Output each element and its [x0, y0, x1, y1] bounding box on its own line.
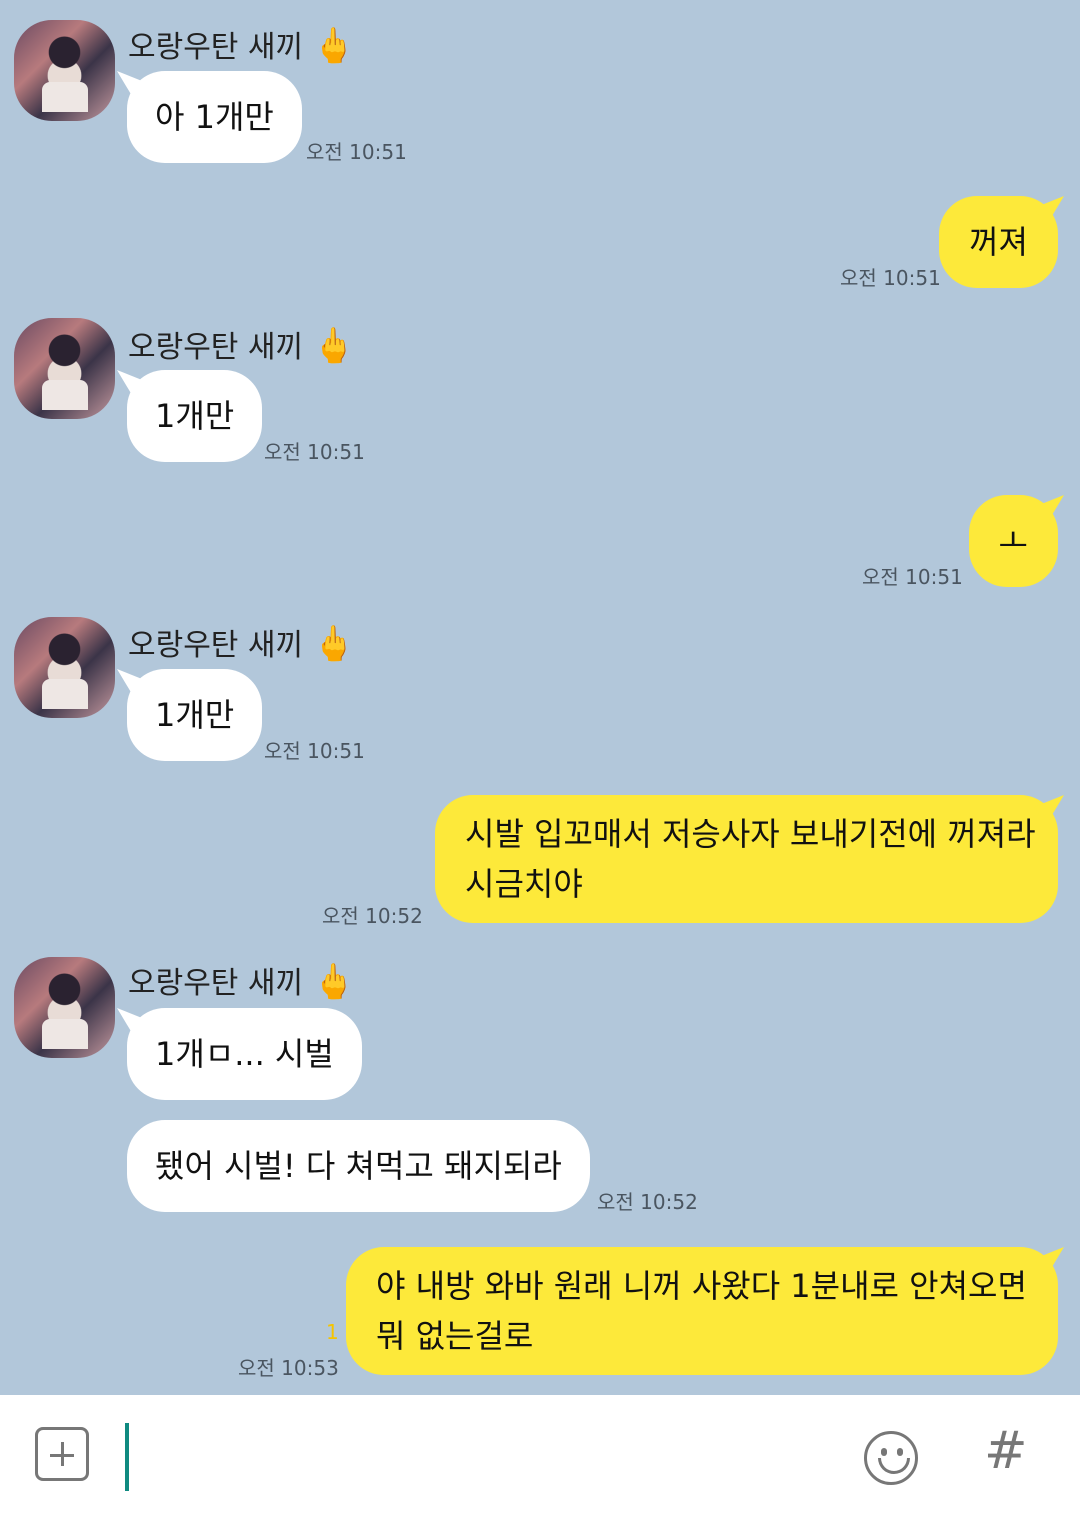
message-time: 오전 10:51: [840, 266, 941, 290]
message-time: 오전 10:52: [322, 904, 423, 928]
incoming-message-bubble[interactable]: 아 1개만: [127, 71, 302, 163]
message-time: 오전 10:51: [264, 440, 365, 464]
outgoing-message-bubble[interactable]: 야 내방 와바 원래 니꺼 사왔다 1분내로 안쳐오면 뭐 없는걸로: [346, 1247, 1058, 1375]
incoming-message-bubble[interactable]: 1개만: [127, 669, 263, 761]
middle-finger-emoji-icon: 🖕: [312, 962, 356, 1002]
message-time: 오전 10:52: [597, 1190, 698, 1214]
profile-avatar[interactable]: [14, 20, 115, 121]
profile-avatar[interactable]: [14, 617, 115, 718]
profile-avatar[interactable]: [14, 318, 115, 419]
middle-finger-emoji-icon: 🖕: [312, 26, 356, 66]
eye: [897, 1448, 903, 1456]
message-input[interactable]: [140, 1421, 840, 1493]
message-input-bar: #: [0, 1395, 1080, 1522]
plus-box-icon[interactable]: [35, 1427, 89, 1481]
eye: [881, 1448, 887, 1456]
incoming-message-bubble[interactable]: 1개ㅁ... 시벌: [127, 1008, 362, 1100]
message-time: 오전 10:51: [862, 565, 963, 589]
mouth: [878, 1458, 910, 1474]
smiley-icon[interactable]: [864, 1431, 918, 1485]
outgoing-message-bubble[interactable]: 시발 입꼬매서 저승사자 보내기전에 꺼져라 시금치야: [435, 795, 1058, 923]
outgoing-message-bubble[interactable]: 꺼져: [939, 196, 1058, 288]
message-time: 오전 10:51: [264, 739, 365, 763]
outgoing-message-bubble[interactable]: ㅗ: [968, 495, 1058, 587]
middle-finger-emoji-icon: 🖕: [312, 624, 356, 664]
chat-area[interactable]: 오랑우탄 새끼 🖕 아 1개만 오전 10:51 꺼져 오전 10:51 오랑우…: [0, 0, 1080, 1395]
hashtag-icon[interactable]: #: [984, 1421, 1028, 1481]
message-time: 오전 10:53: [238, 1356, 339, 1380]
sender-name: 오랑우탄 새끼 🖕: [128, 962, 356, 1002]
unread-count: 1: [326, 1320, 339, 1344]
profile-avatar[interactable]: [14, 957, 115, 1058]
incoming-message-bubble[interactable]: 1개만: [127, 370, 263, 462]
middle-finger-emoji-icon: 🖕: [312, 326, 356, 366]
incoming-message-bubble[interactable]: 됐어 시벌! 다 쳐먹고 돼지되라: [127, 1120, 590, 1212]
sender-name: 오랑우탄 새끼 🖕: [128, 326, 356, 366]
text-cursor: [125, 1423, 129, 1491]
sender-name: 오랑우탄 새끼 🖕: [128, 26, 356, 66]
message-time: 오전 10:51: [306, 140, 407, 164]
sender-name: 오랑우탄 새끼 🖕: [128, 624, 356, 664]
